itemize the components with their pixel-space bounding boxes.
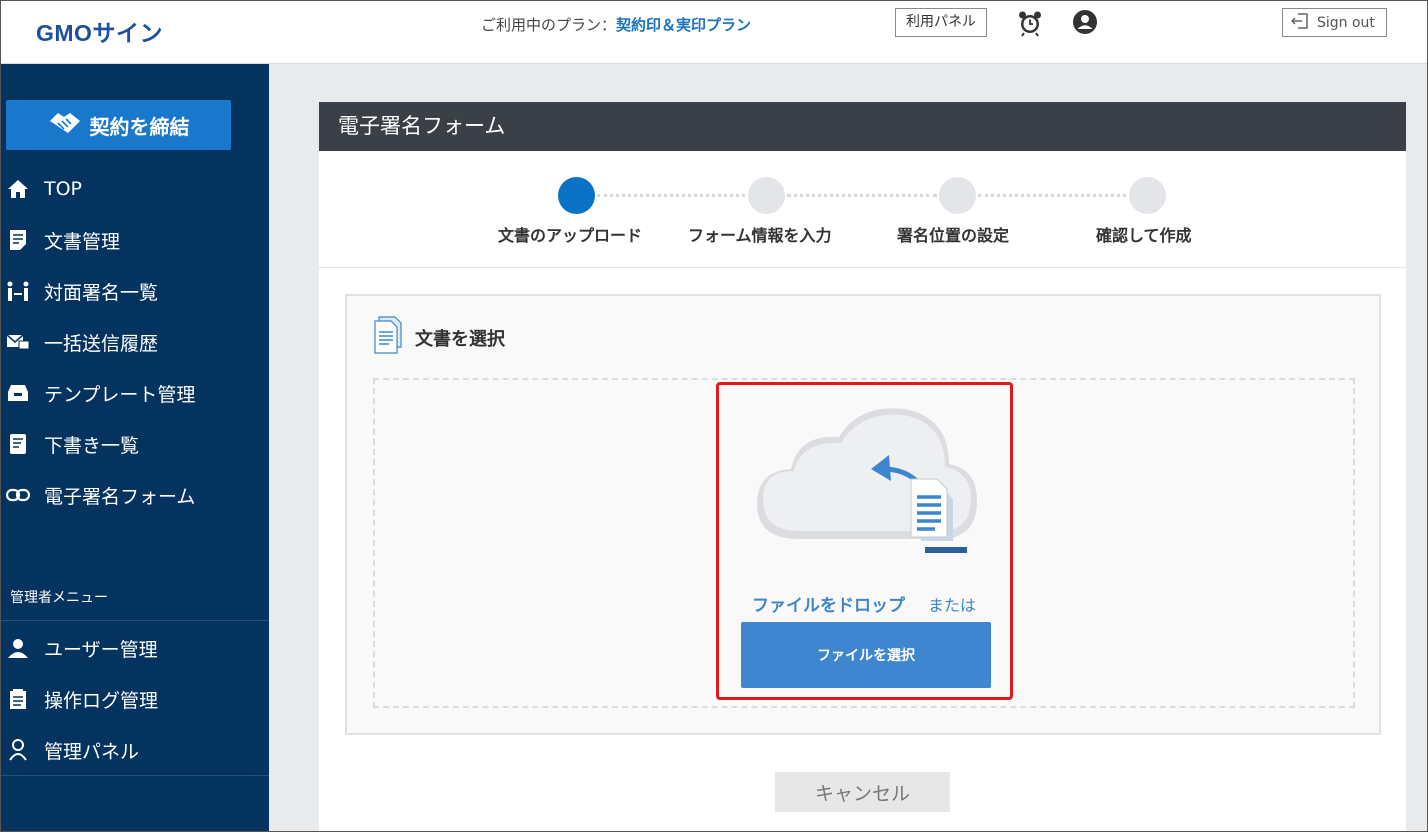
- alarm-clock-icon[interactable]: [1016, 9, 1044, 37]
- template-icon: [6, 381, 30, 405]
- select-document-label: 文書を選択: [415, 328, 505, 350]
- step-indicator: 文書のアップロード フォーム情報を入力 署名位置の設定 確認して作成: [319, 151, 1406, 268]
- usage-panel-button[interactable]: 利用パネル: [895, 8, 987, 37]
- document-icon: [6, 228, 30, 252]
- sidebar-item-label: ユーザー管理: [44, 638, 158, 661]
- sidebar-item-top[interactable]: TOP: [0, 169, 269, 209]
- highlight-box: ファイルをドロップ または ファイルを選択: [716, 382, 1013, 700]
- sidebar-item-label: 文書管理: [44, 230, 121, 253]
- sidebar-item-documents[interactable]: 文書管理: [0, 220, 269, 260]
- contract-button[interactable]: 契約を締結: [6, 100, 231, 150]
- step-dot-signature-position: [939, 177, 976, 214]
- admin-menu-heading: 管理者メニュー: [10, 590, 108, 606]
- sidebar-item-bulk-send[interactable]: 一括送信履歴: [0, 322, 269, 362]
- top-bar: GMOサイン ご利用中のプラン：契約印＆実印プラン 利用パネル Sign out: [0, 0, 1428, 64]
- step-dot-confirm: [1129, 177, 1166, 214]
- sidebar-item-admin-panel[interactable]: 管理パネル: [0, 730, 269, 770]
- page-title: 電子署名フォーム: [319, 102, 1406, 151]
- step-label-signature-position: 署名位置の設定: [897, 226, 1010, 245]
- select-file-button[interactable]: ファイルを選択: [741, 622, 991, 688]
- sidebar-item-drafts[interactable]: 下書き一覧: [0, 424, 269, 464]
- documents-icon: [373, 316, 407, 359]
- file-dropzone[interactable]: ファイルをドロップ または ファイルを選択: [373, 378, 1355, 708]
- face-to-face-icon: [6, 279, 30, 303]
- upload-section: 文書を選択 ファイルをドロップ または ファイルを選択: [345, 294, 1381, 735]
- sidebar-item-face-to-face[interactable]: 対面署名一覧: [0, 271, 269, 311]
- draft-icon: [6, 432, 30, 456]
- step-label-form-info: フォーム情報を入力: [688, 226, 832, 245]
- sidebar-item-label: 電子署名フォーム: [44, 485, 196, 508]
- sidebar-item-label: 下書き一覧: [44, 434, 140, 457]
- user-icon: [6, 636, 30, 660]
- sidebar-item-label: テンプレート管理: [44, 383, 196, 406]
- plan-prefix: ご利用中のプラン：: [481, 16, 617, 34]
- cancel-button[interactable]: キャンセル: [775, 772, 950, 812]
- sidebar-item-label: TOP: [44, 178, 83, 200]
- contract-button-label: 契約を締結: [89, 114, 190, 139]
- sidebar-item-label: 操作ログ管理: [44, 689, 159, 712]
- plan-name: 契約印＆実印プラン: [616, 16, 752, 34]
- step-connector: [978, 194, 1126, 197]
- admin-panel-icon: [6, 738, 30, 762]
- divider: [0, 620, 269, 621]
- home-icon: [6, 177, 30, 201]
- signout-icon: [1290, 12, 1309, 33]
- signout-button[interactable]: Sign out: [1282, 8, 1387, 37]
- plan-info: ご利用中のプラン：契約印＆実印プラン: [481, 14, 751, 35]
- form-card: 電子署名フォーム 文書のアップロード フォーム情報を入力 署名位置の設定 確認し…: [319, 102, 1406, 832]
- app-logo[interactable]: GMOサイン: [36, 14, 163, 48]
- sidebar: 契約を締結 TOP 文書管理 対面署名一覧 一括送信履歴 テンプレート管理 下書…: [0, 64, 269, 832]
- sidebar-item-user-management[interactable]: ユーザー管理: [0, 628, 269, 668]
- bulk-send-icon: [6, 330, 30, 354]
- sidebar-item-label: 対面署名一覧: [44, 281, 159, 304]
- select-document-heading: 文書を選択: [373, 316, 505, 359]
- or-text: または: [928, 596, 977, 615]
- signout-label: Sign out: [1317, 14, 1375, 31]
- sidebar-item-e-signature-form[interactable]: 電子署名フォーム: [0, 475, 269, 515]
- sidebar-item-label: 管理パネル: [44, 740, 140, 763]
- sidebar-item-templates[interactable]: テンプレート管理: [0, 373, 269, 413]
- cloud-upload-icon: [749, 399, 989, 569]
- user-account-icon[interactable]: [1072, 9, 1098, 35]
- drop-file-text: ファイルをドロップ: [752, 596, 905, 616]
- step-label-upload: 文書のアップロード: [498, 226, 643, 245]
- sidebar-item-label: 一括送信履歴: [44, 332, 159, 355]
- step-label-confirm: 確認して作成: [1096, 226, 1192, 245]
- step-dot-upload: [558, 177, 595, 214]
- log-icon: [6, 687, 30, 711]
- sidebar-item-operation-logs[interactable]: 操作ログ管理: [0, 679, 269, 719]
- link-icon: [6, 483, 30, 507]
- divider: [0, 775, 269, 776]
- step-dot-form-info: [748, 177, 785, 214]
- step-connector: [787, 194, 937, 197]
- step-connector: [597, 194, 745, 197]
- handshake-icon: [48, 109, 82, 142]
